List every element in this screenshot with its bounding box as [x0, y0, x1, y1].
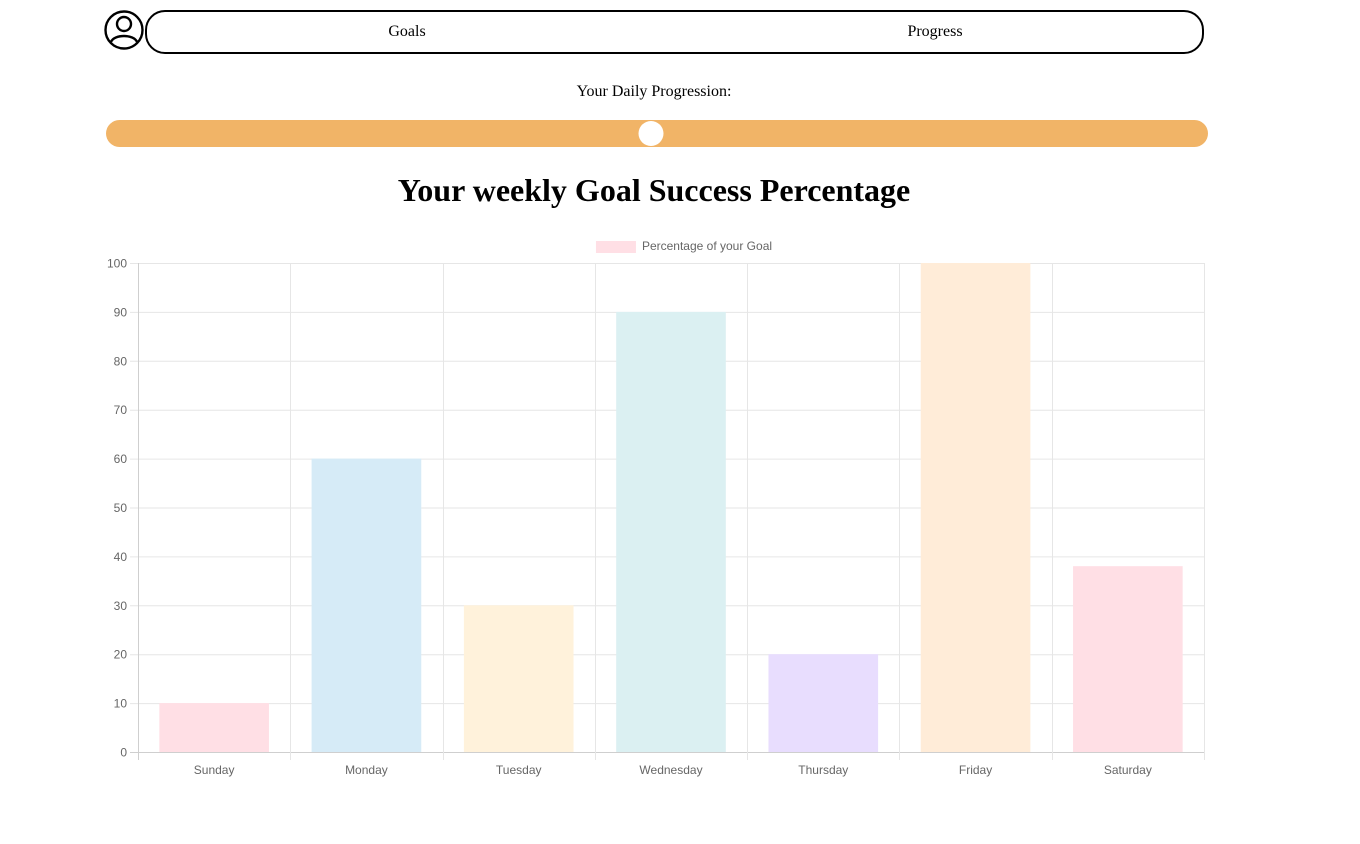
y-tick-label: 50 [114, 501, 128, 515]
bar [616, 311, 726, 752]
x-tick-label: Monday [345, 763, 388, 777]
y-tick-label: 60 [114, 452, 128, 466]
x-tick-label: Tuesday [496, 763, 542, 777]
x-tick-label: Wednesday [639, 763, 702, 777]
x-tick-label: Thursday [798, 763, 848, 777]
bar [1073, 566, 1183, 752]
y-tick-label: 30 [114, 599, 128, 613]
bar [920, 263, 1031, 752]
y-tick-label: 20 [114, 648, 128, 662]
x-tick-label: Friday [959, 763, 992, 777]
y-tick-label: 90 [114, 305, 128, 319]
legend-swatch [595, 241, 636, 253]
y-tick-label: 100 [107, 257, 127, 271]
y-tick-label: 10 [114, 697, 128, 711]
y-tick-label: 40 [114, 550, 128, 564]
x-tick-label: Saturday [1104, 763, 1152, 777]
bar [768, 654, 879, 752]
legend-label: Percentage of your Goal [642, 239, 772, 253]
bar [159, 703, 269, 752]
weekly-goal-bar-chart: 0 10 20 30 40 50 60 70 80 90 100 Sunday Monday Tuesda… [107, 239, 1205, 777]
x-tick-label: Sunday [194, 763, 235, 777]
y-tick-label: 0 [120, 746, 127, 760]
bar [463, 605, 574, 752]
y-tick-label: 80 [114, 354, 128, 368]
bar [311, 458, 422, 752]
y-tick-label: 70 [114, 403, 128, 417]
